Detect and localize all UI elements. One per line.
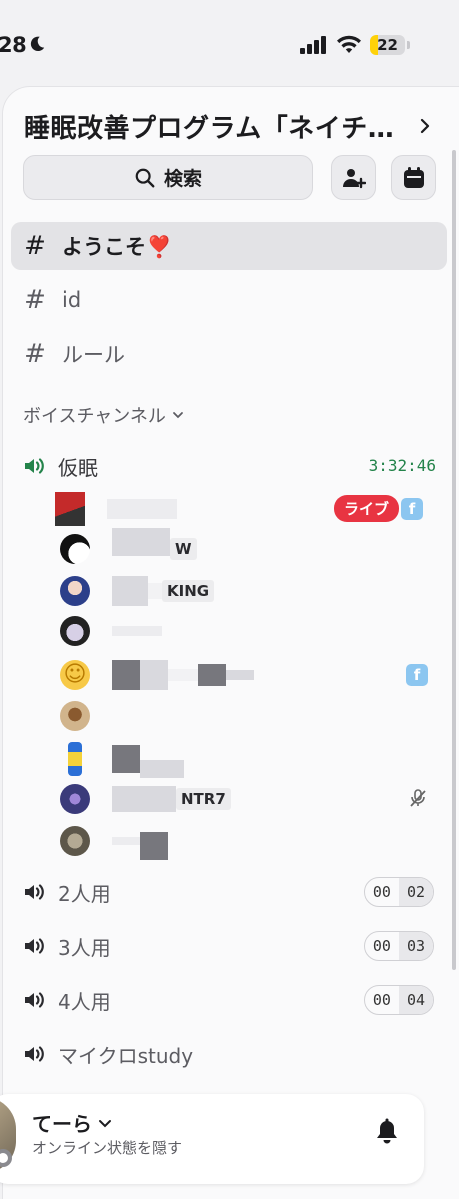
speaker-active-icon xyxy=(25,458,44,474)
user-count-badge: 00 04 xyxy=(363,985,434,1015)
signal-icon xyxy=(300,36,326,54)
events-button[interactable] xyxy=(391,155,436,200)
voice-member[interactable]: W xyxy=(60,528,450,568)
avatar: ☺ xyxy=(60,660,90,690)
chevron-down-icon xyxy=(173,412,183,419)
member-name xyxy=(112,626,162,636)
avatar xyxy=(60,784,90,814)
voice-category-header[interactable]: ボイスチャンネル xyxy=(23,402,184,428)
voice-member[interactable] xyxy=(60,697,450,735)
voice-channel-label: 仮眠 xyxy=(58,455,98,480)
avatar xyxy=(68,742,82,776)
chevron-right-icon[interactable] xyxy=(418,116,432,136)
user-status-text: オンライン状態を隠す xyxy=(32,1139,183,1157)
speaker-icon xyxy=(25,992,44,1008)
hash-icon: # xyxy=(24,231,46,261)
avatar xyxy=(60,576,90,606)
server-title[interactable]: 睡眠改善プログラム「ネイチ… xyxy=(24,108,419,145)
avatar xyxy=(55,492,85,526)
search-button[interactable]: 検索 xyxy=(23,155,313,200)
channel-welcome[interactable]: # ようこそ❣️ xyxy=(11,222,447,270)
member-name: NTR7 xyxy=(112,786,231,812)
add-member-icon xyxy=(342,168,366,188)
user-count-badge: 00 02 xyxy=(363,877,434,907)
f-badge-icon: f xyxy=(406,664,428,686)
hash-icon: # xyxy=(24,339,46,369)
speaker-icon xyxy=(25,938,44,954)
voice-channel-2p[interactable]: 2人用 00 02 xyxy=(22,872,442,912)
voice-channel-micro-study[interactable]: マイクロstudy xyxy=(22,1034,442,1074)
voice-member[interactable]: ☺ f xyxy=(60,656,450,694)
voice-channel-label: 4人用 xyxy=(58,989,111,1014)
speaker-icon xyxy=(25,884,44,900)
channel-label: ようこそ❣️ xyxy=(62,235,173,259)
status-bar: 28 22 xyxy=(0,0,459,86)
voice-channel-label: マイクロstudy xyxy=(58,1043,194,1068)
voice-timer: 3:32:46 xyxy=(368,456,436,475)
channel-id[interactable]: # id xyxy=(20,276,81,324)
battery-percentage: 22 xyxy=(377,36,398,54)
avatar xyxy=(60,534,90,564)
battery-icon: 22 xyxy=(370,35,410,55)
speaker-icon xyxy=(25,1046,44,1062)
live-badge: ライブ xyxy=(333,495,399,522)
scrollbar[interactable] xyxy=(452,150,456,970)
moon-icon xyxy=(30,36,45,52)
category-label: ボイスチャンネル xyxy=(23,406,166,427)
search-icon xyxy=(135,168,155,187)
chevron-down-icon xyxy=(99,1119,111,1127)
bell-icon[interactable] xyxy=(374,1118,400,1146)
voice-channel-4p[interactable]: 4人用 00 04 xyxy=(22,980,442,1020)
calendar-icon xyxy=(403,166,424,188)
user-count-badge: 00 03 xyxy=(363,931,434,961)
channel-label: id xyxy=(62,288,82,312)
voice-channel-3p[interactable]: 3人用 00 03 xyxy=(22,926,442,966)
voice-channel-label: 3人用 xyxy=(58,935,111,960)
mic-muted-icon xyxy=(410,789,426,807)
status-time: 28 xyxy=(0,33,27,57)
voice-member[interactable]: NTR7 xyxy=(60,780,450,818)
add-member-button[interactable] xyxy=(331,155,376,200)
voice-channel-nap[interactable]: 仮眠 3:32:46 xyxy=(22,446,442,486)
f-badge-icon: f xyxy=(401,498,423,520)
member-name: W xyxy=(112,528,197,560)
voice-channel-label: 2人用 xyxy=(58,881,111,906)
channel-rules[interactable]: # ルール xyxy=(20,330,125,378)
avatar xyxy=(60,701,90,731)
voice-member[interactable] xyxy=(60,740,450,778)
avatar xyxy=(60,616,90,646)
member-name: KING xyxy=(112,576,215,606)
user-name[interactable]: てーら xyxy=(32,1108,112,1137)
avatar xyxy=(60,826,90,856)
hash-icon: # xyxy=(24,285,46,315)
channel-label: ルール xyxy=(62,343,125,367)
voice-member[interactable] xyxy=(60,612,450,650)
voice-member[interactable]: ライブ f xyxy=(55,490,445,528)
member-name xyxy=(112,660,254,690)
member-name xyxy=(107,499,177,519)
member-name xyxy=(112,822,168,860)
member-name xyxy=(112,740,184,778)
voice-member[interactable]: KING xyxy=(60,572,450,610)
search-label: 検索 xyxy=(163,168,202,190)
voice-member[interactable] xyxy=(60,822,450,860)
wifi-icon xyxy=(337,35,361,53)
